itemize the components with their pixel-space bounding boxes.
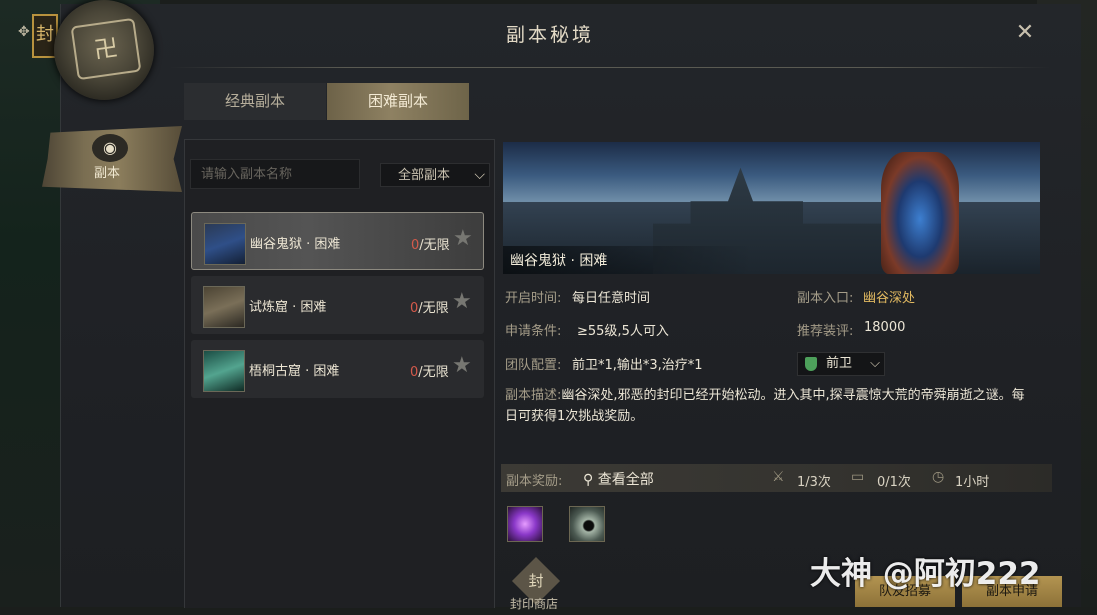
dungeon-description: 副本描述:幽谷深处,邪恶的封印已经开始松动。进入其中,探寻震惊大荒的帝舜崩逝之谜…: [505, 385, 1025, 427]
dungeon-filter-select[interactable]: 全部副本 ⌵: [380, 163, 490, 187]
dungeon-banner-image: 幽谷鬼狱 · 困难: [503, 142, 1040, 274]
search-icon: ⚲: [583, 472, 598, 488]
window-emblem: 卍: [54, 0, 154, 100]
tab-hard-dungeon[interactable]: 困难副本: [327, 83, 469, 120]
dungeon-name: 梧桐古窟 · 困难: [249, 364, 340, 379]
dungeon-thumbnail: [203, 350, 245, 392]
description-label: 副本描述:: [505, 388, 562, 403]
team-config-label: 团队配置:: [505, 358, 562, 373]
banner-lantern: [881, 152, 959, 274]
open-time-value: 每日任意时间: [572, 291, 651, 306]
description-text: 幽谷深处,邪恶的封印已经开始松动。进入其中,探寻震惊大荒的帝舜崩逝之谜。每日可获…: [505, 388, 1025, 424]
view-all-button[interactable]: ⚲ 查看全部: [583, 469, 654, 489]
crossed-swords-icon: ⚔: [772, 469, 785, 485]
sidebar-tab-label: 副本: [94, 166, 121, 181]
dungeon-list-item[interactable]: 幽谷鬼狱 · 困难 0/无限 ★: [191, 212, 484, 270]
duration-value: 1小时: [955, 475, 990, 490]
entrance-label: 副本入口:: [797, 291, 854, 306]
team-config-value: 前卫*1,输出*3,治疗*1: [572, 358, 703, 373]
dungeon-list-item[interactable]: 梧桐古窟 · 困难 0/无限 ★: [191, 340, 484, 398]
dungeon-count: 0/无限: [411, 238, 450, 253]
dungeon-thumbnail: [204, 223, 246, 265]
challenge-count: 1/3次: [797, 475, 831, 490]
star-icon[interactable]: ★: [453, 226, 473, 251]
reward-item[interactable]: [507, 506, 543, 542]
tab-classic-dungeon[interactable]: 经典副本: [184, 83, 326, 120]
star-icon[interactable]: ★: [452, 289, 472, 314]
watermark: 大神 @阿初222: [810, 556, 1041, 592]
window-title: 副本秘境: [505, 24, 594, 46]
gear-score-value: 18000: [864, 320, 906, 335]
banner-title: 幽谷鬼狱 · 困难: [510, 253, 608, 269]
requirement-label: 申请条件:: [505, 324, 562, 339]
gear-score-label: 推荐装评:: [797, 324, 854, 339]
eye-icon: ◉: [92, 134, 128, 162]
shield-icon: [805, 357, 817, 371]
reward-item[interactable]: [569, 506, 605, 542]
view-all-label: 查看全部: [597, 472, 654, 488]
dungeon-thumbnail: [203, 286, 245, 328]
open-time-label: 开启时间:: [505, 291, 562, 306]
star-icon[interactable]: ★: [452, 353, 472, 378]
clock-icon: ◷: [932, 469, 945, 485]
close-icon[interactable]: ✕: [1012, 20, 1038, 46]
chest-icon: ▭: [851, 469, 865, 485]
dungeon-count: 0/无限: [410, 365, 449, 380]
chest-count: 0/1次: [877, 475, 911, 490]
scroll-icon: 卍: [70, 17, 142, 81]
requirement-value: ≥55级,5人可入: [577, 324, 669, 339]
role-select[interactable]: 前卫 ⌵: [797, 352, 885, 376]
header-divider: [170, 67, 1050, 68]
chevron-down-icon: ⌵: [870, 356, 880, 371]
move-icon[interactable]: ✥: [18, 24, 30, 40]
role-select-label: 前卫: [826, 356, 853, 371]
chevron-down-icon: ⌵: [474, 167, 485, 183]
dungeon-name: 试炼窟 · 困难: [249, 300, 327, 315]
reward-label: 副本奖励:: [506, 474, 563, 489]
entrance-value: 幽谷深处: [863, 291, 916, 306]
dungeon-name: 幽谷鬼狱 · 困难: [250, 237, 341, 252]
dungeon-list-item[interactable]: 试炼窟 · 困难 0/无限 ★: [191, 276, 484, 334]
dungeon-count: 0/无限: [410, 301, 449, 316]
search-input[interactable]: [190, 159, 360, 189]
filter-label: 全部副本: [398, 168, 451, 183]
seal-shop-label[interactable]: 封印商店: [510, 595, 558, 612]
